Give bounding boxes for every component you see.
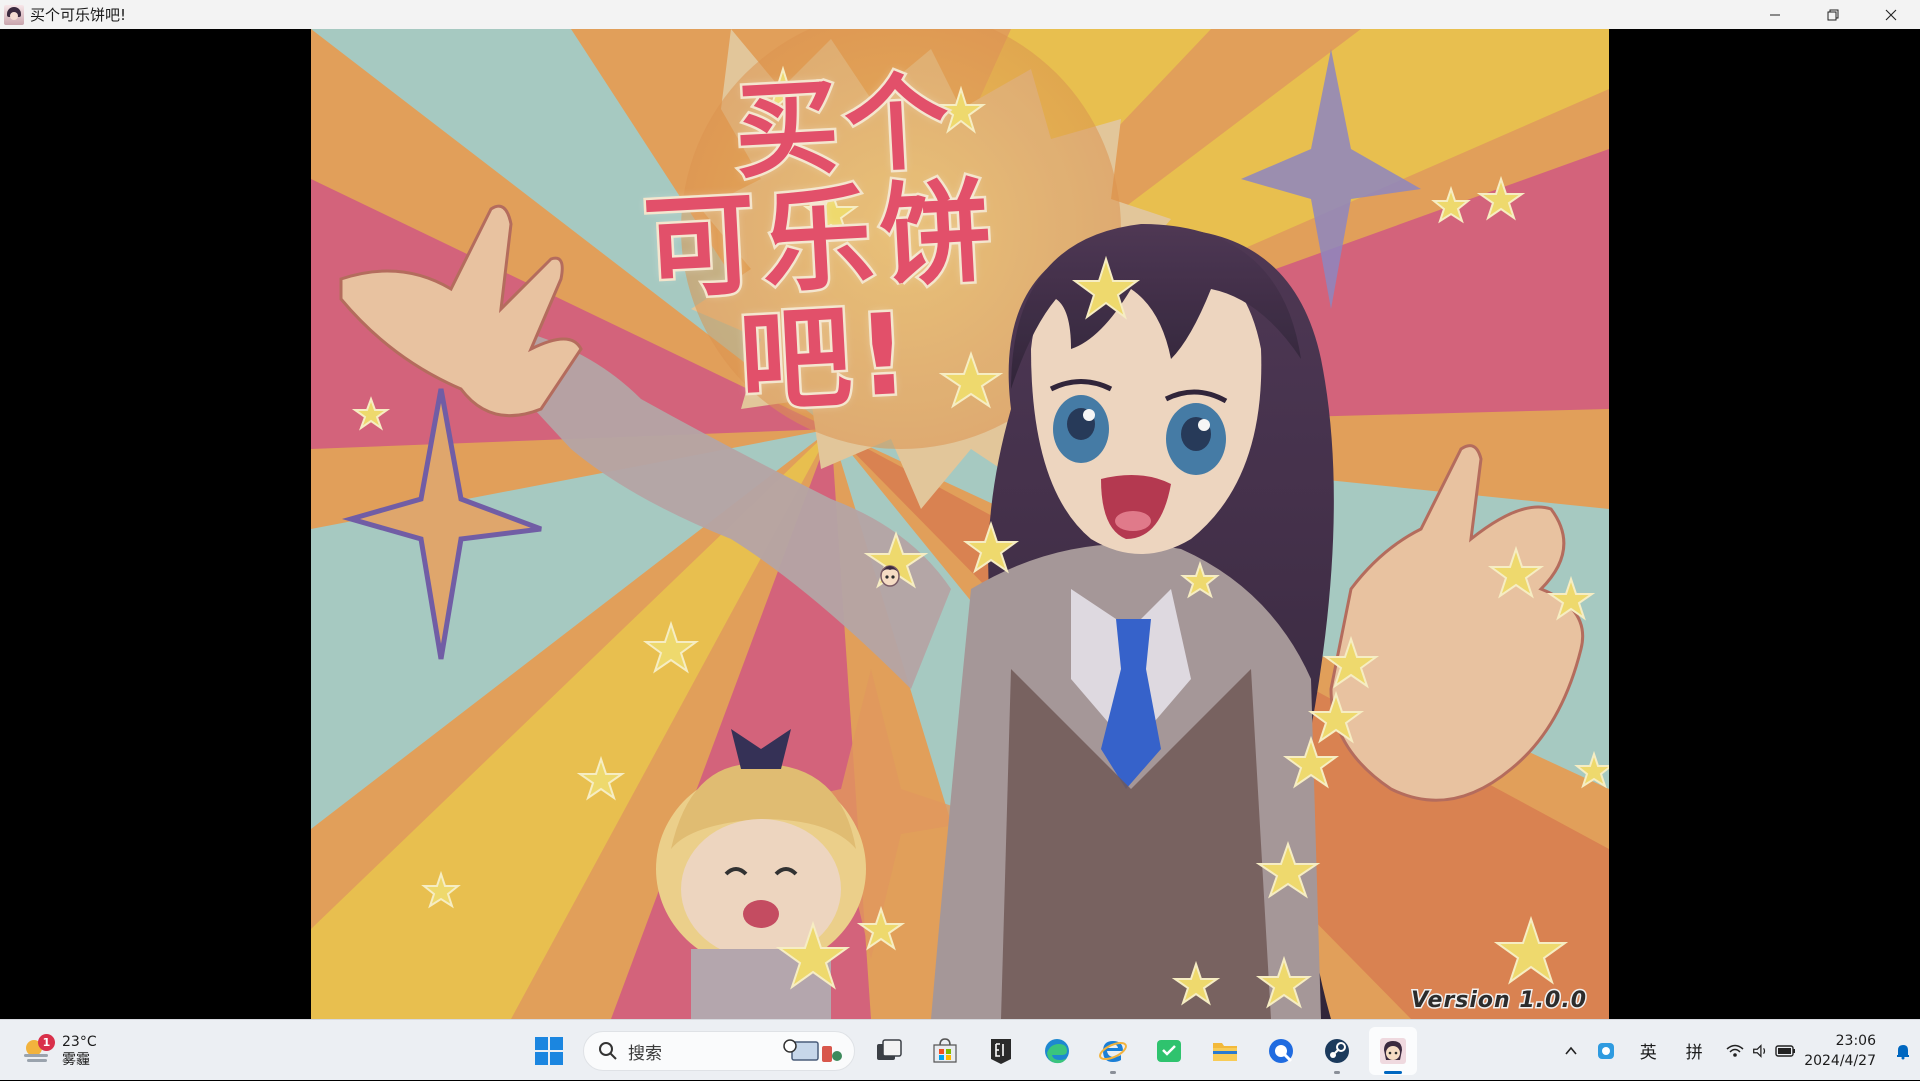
clock[interactable]: 23:06 2024/4/27 bbox=[1804, 1031, 1876, 1071]
version-label: Version 1.0.0 bbox=[1410, 987, 1588, 1015]
weather-temperature: 23°C bbox=[62, 1034, 97, 1050]
close-button[interactable] bbox=[1862, 0, 1920, 29]
game-app-icon bbox=[1380, 1038, 1406, 1064]
show-hidden-icons-button[interactable] bbox=[1556, 1031, 1586, 1071]
tray-app-button[interactable] bbox=[1586, 1031, 1626, 1071]
clock-time: 23:06 bbox=[1835, 1032, 1876, 1049]
restore-button[interactable] bbox=[1804, 0, 1862, 29]
notifications-button[interactable] bbox=[1886, 1031, 1920, 1071]
ime-mode-button[interactable]: 拼 bbox=[1670, 1031, 1718, 1071]
close-icon bbox=[1885, 9, 1897, 20]
quark-browser-icon bbox=[1269, 1039, 1293, 1063]
search-highlight-icon bbox=[783, 1039, 842, 1062]
epic-games-button[interactable] bbox=[977, 1027, 1025, 1075]
weather-condition: 雾霾 bbox=[62, 1052, 90, 1068]
minimize-icon bbox=[1770, 14, 1780, 15]
app-icon bbox=[4, 4, 24, 25]
game-title-logo: 买个 可乐饼吧! bbox=[552, 57, 1089, 432]
wifi-icon bbox=[1726, 1044, 1744, 1057]
taskbar-apps: 搜索 bbox=[521, 1026, 1421, 1076]
chevron-up-icon bbox=[1565, 1046, 1577, 1055]
haze-icon: 1 bbox=[20, 1034, 55, 1068]
epic-games-icon bbox=[991, 1039, 1011, 1064]
running-indicator bbox=[1334, 1071, 1340, 1074]
quick-settings-button[interactable] bbox=[1718, 1031, 1804, 1071]
active-indicator bbox=[1384, 1071, 1402, 1074]
edge-button[interactable] bbox=[1033, 1027, 1081, 1075]
start-button[interactable] bbox=[525, 1027, 573, 1075]
search-icon bbox=[599, 1042, 617, 1060]
weather-badge: 1 bbox=[38, 1034, 55, 1051]
internet-explorer-button[interactable] bbox=[1089, 1027, 1137, 1075]
quark-browser-button[interactable] bbox=[1257, 1027, 1305, 1075]
system-tray: 英 拼 23:06 2024/4/27 bbox=[1556, 1020, 1920, 1081]
taskbar-search[interactable]: 搜索 bbox=[583, 1031, 855, 1071]
game-app-button[interactable] bbox=[1369, 1027, 1417, 1075]
bell-icon bbox=[1897, 1044, 1909, 1059]
taskbar: 1 23°C 雾霾 搜索 英 拼 23:06 2024/4/27 bbox=[0, 1019, 1920, 1080]
ime-language-button[interactable]: 英 bbox=[1626, 1031, 1670, 1071]
chat-app-icon bbox=[1157, 1040, 1181, 1062]
volume-icon bbox=[1753, 1043, 1766, 1058]
task-view-button[interactable] bbox=[865, 1027, 913, 1075]
running-indicator bbox=[1110, 1071, 1116, 1074]
steam-button[interactable] bbox=[1313, 1027, 1361, 1075]
mouse-cursor-icon bbox=[880, 565, 900, 587]
clock-date: 2024/4/27 bbox=[1804, 1052, 1876, 1069]
internet-explorer-icon bbox=[1099, 1041, 1127, 1062]
tray-app-icon bbox=[1598, 1042, 1615, 1059]
store-icon bbox=[933, 1038, 957, 1063]
game-viewport[interactable]: 买个 可乐饼吧! Version 1.0.0 bbox=[311, 29, 1609, 1019]
minimize-button[interactable] bbox=[1746, 0, 1804, 29]
chat-app-button[interactable] bbox=[1145, 1027, 1193, 1075]
window-title: 买个可乐饼吧! bbox=[30, 6, 127, 24]
store-button[interactable] bbox=[921, 1027, 969, 1075]
logo-line-2: 可乐饼吧! bbox=[638, 165, 1003, 431]
file-explorer-icon bbox=[1213, 1043, 1237, 1061]
steam-icon bbox=[1325, 1039, 1349, 1063]
window-controls bbox=[1746, 0, 1920, 29]
task-view-icon bbox=[877, 1039, 902, 1060]
window-titlebar[interactable]: 买个可乐饼吧! bbox=[0, 0, 1920, 29]
battery-icon bbox=[1775, 1044, 1796, 1057]
weather-widget[interactable]: 1 23°C 雾霾 bbox=[20, 1028, 130, 1074]
start-icon bbox=[535, 1037, 563, 1065]
file-explorer-button[interactable] bbox=[1201, 1027, 1249, 1075]
restore-icon bbox=[1827, 9, 1839, 20]
search-placeholder: 搜索 bbox=[628, 1043, 662, 1064]
edge-icon bbox=[1045, 1039, 1069, 1064]
